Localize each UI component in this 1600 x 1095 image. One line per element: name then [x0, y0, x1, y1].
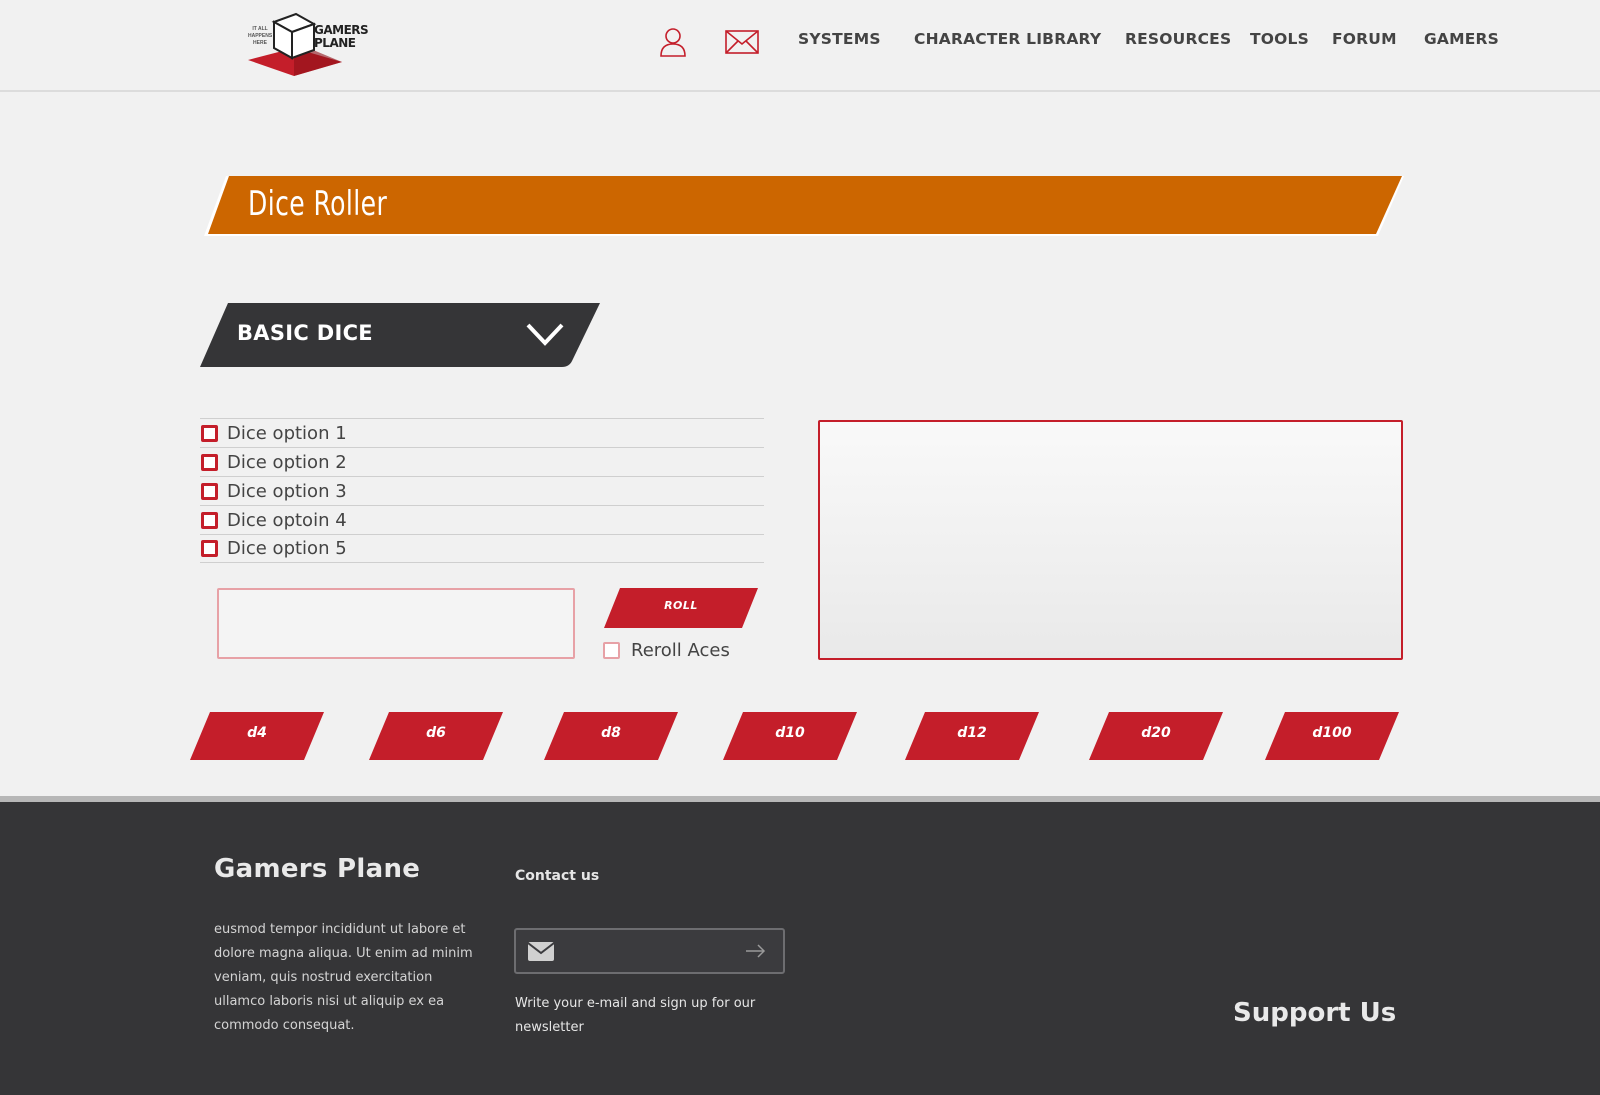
- page-title: Dice Roller: [248, 184, 388, 224]
- die-button-d20[interactable]: d20: [1089, 712, 1223, 760]
- dice-option-label: Dice option 2: [227, 451, 347, 473]
- nav-tools[interactable]: TOOLS: [1250, 30, 1309, 48]
- dice-option-checkbox[interactable]: [201, 540, 218, 557]
- die-button-label: d8: [601, 725, 621, 741]
- chevron-down-icon: [526, 323, 564, 346]
- newsletter-email-input[interactable]: [514, 928, 785, 974]
- die-button-d12[interactable]: d12: [905, 712, 1039, 760]
- basic-dice-accordion[interactable]: BASIC DICE: [200, 303, 602, 367]
- dice-option-checkbox[interactable]: [201, 453, 218, 471]
- nav-forum[interactable]: FORUM: [1332, 30, 1397, 48]
- dice-option-label: Dice option 1: [227, 422, 347, 444]
- envelope-icon: [528, 942, 554, 961]
- dice-option: Dice option 2: [200, 447, 764, 476]
- dice-option-label: Dice option 5: [227, 538, 347, 559]
- logo-name-line2: PLANE: [314, 36, 356, 50]
- die-button-d4[interactable]: d4: [190, 712, 324, 760]
- die-button-label: d10: [775, 725, 805, 741]
- dice-option: Dice option 3: [200, 476, 764, 505]
- nav-character-library[interactable]: CHARACTER LIBRARY: [914, 30, 1101, 48]
- dice-expression-input[interactable]: [217, 588, 575, 659]
- roll-button-label: ROLL: [664, 599, 698, 612]
- die-button-d10[interactable]: d10: [723, 712, 857, 760]
- logo-name: GAMERS PLANE: [314, 24, 369, 50]
- contact-us-heading: Contact us: [515, 868, 600, 884]
- dice-option: Dice optoin 4: [200, 505, 764, 534]
- site-footer: Gamers Plane eusmod tempor incididunt ut…: [0, 802, 1600, 1095]
- newsletter-description: Write your e-mail and sign up for our ne…: [515, 996, 756, 1035]
- dice-option-checkbox[interactable]: [201, 511, 218, 529]
- dice-option-checkbox[interactable]: [201, 424, 218, 442]
- roll-results-panel: [818, 420, 1403, 660]
- die-button-label: d20: [1141, 725, 1171, 741]
- support-us-heading[interactable]: Support Us: [1233, 998, 1396, 1028]
- die-button-label: d4: [247, 725, 267, 741]
- reroll-aces-checkbox[interactable]: [603, 642, 620, 659]
- site-logo[interactable]: IT ALL HAPPENS HERE GAMERS PLANE: [248, 10, 369, 80]
- nav-resources[interactable]: RESOURCES: [1125, 30, 1231, 48]
- die-button-label: d100: [1312, 725, 1352, 741]
- die-button-d8[interactable]: d8: [544, 712, 678, 760]
- user-icon[interactable]: [658, 26, 688, 58]
- dice-option-label: Dice option 3: [227, 480, 347, 502]
- arrow-right-icon[interactable]: [744, 942, 768, 960]
- logo-tagline: IT ALL HAPPENS HERE: [248, 26, 273, 46]
- mail-icon[interactable]: [724, 26, 760, 58]
- reroll-aces-option: Reroll Aces: [603, 640, 730, 661]
- dice-option-label: Dice optoin 4: [227, 509, 347, 531]
- accordion-label: BASIC DICE: [237, 321, 373, 345]
- die-button-d100[interactable]: d100: [1265, 712, 1399, 760]
- nav-gamers[interactable]: GAMERS: [1424, 30, 1499, 48]
- dice-options-list: Dice option 1 Dice option 2 Dice option …: [200, 418, 764, 563]
- footer-description: eusmod tempor incididunt ut labore et do…: [214, 922, 473, 1033]
- dice-option: Dice option 5: [200, 534, 764, 563]
- die-button-label: d12: [957, 725, 987, 741]
- dice-option: Dice option 1: [200, 418, 764, 447]
- footer-title: Gamers Plane: [214, 854, 421, 884]
- roll-button[interactable]: ROLL: [604, 588, 758, 628]
- die-button-label: d6: [426, 725, 446, 741]
- site-header: IT ALL HAPPENS HERE GAMERS PLANE SYSTEMS…: [0, 0, 1600, 92]
- dice-option-checkbox[interactable]: [201, 482, 218, 500]
- page-title-banner: Dice Roller: [204, 174, 1404, 238]
- nav-systems[interactable]: SYSTEMS: [798, 30, 881, 48]
- reroll-aces-label: Reroll Aces: [631, 640, 730, 661]
- die-button-d6[interactable]: d6: [369, 712, 503, 760]
